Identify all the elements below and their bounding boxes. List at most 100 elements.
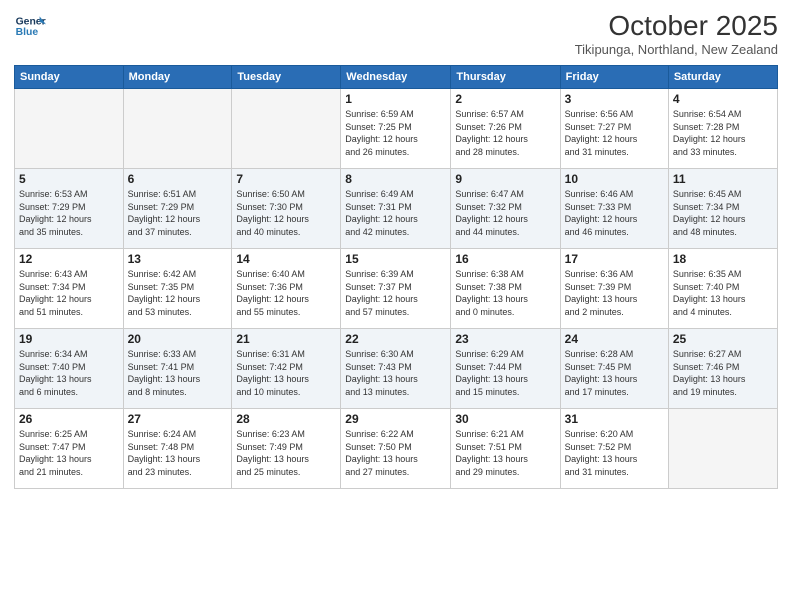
week-row-1: 1 Sunrise: 6:59 AMSunset: 7:25 PMDaylight… <box>15 89 778 169</box>
week-row-4: 19 Sunrise: 6:34 AMSunset: 7:40 PMDayligh… <box>15 329 778 409</box>
day-number: 27 <box>128 412 228 426</box>
calendar-header-row: Sunday Monday Tuesday Wednesday Thursday… <box>15 66 778 89</box>
calendar-cell-w1-d1 <box>15 89 124 169</box>
day-number: 16 <box>455 252 555 266</box>
day-info: Sunrise: 6:35 AMSunset: 7:40 PMDaylight:… <box>673 268 773 318</box>
day-number: 23 <box>455 332 555 346</box>
logo-icon: General Blue <box>14 10 46 42</box>
calendar-cell-w1-d2 <box>123 89 232 169</box>
calendar-cell-w5-d2: 27Sunrise: 6:24 AMSunset: 7:48 PMDayligh… <box>123 409 232 489</box>
calendar-cell-w4-d6: 24Sunrise: 6:28 AMSunset: 7:45 PMDayligh… <box>560 329 668 409</box>
calendar-cell-w5-d3: 28Sunrise: 6:23 AMSunset: 7:49 PMDayligh… <box>232 409 341 489</box>
day-number: 29 <box>345 412 446 426</box>
day-info: Sunrise: 6:57 AMSunset: 7:26 PMDaylight:… <box>455 108 555 158</box>
calendar-cell-w3-d7: 18 Sunrise: 6:35 AMSunset: 7:40 PMDayligh… <box>668 249 777 329</box>
day-number: 22 <box>345 332 446 346</box>
day-number: 15 <box>345 252 446 266</box>
title-area: October 2025 Tikipunga, Northland, New Z… <box>575 10 778 57</box>
calendar-cell-w5-d7 <box>668 409 777 489</box>
calendar-cell-w5-d6: 31 Sunrise: 6:20 AMSunset: 7:52 PMDayligh… <box>560 409 668 489</box>
page: General Blue October 2025 Tikipunga, Nor… <box>0 0 792 612</box>
day-number: 17 <box>565 252 664 266</box>
calendar-cell-w4-d7: 25 Sunrise: 6:27 AMSunset: 7:46 PMDayligh… <box>668 329 777 409</box>
day-number: 31 <box>565 412 664 426</box>
calendar-cell-w2-d5: 9Sunrise: 6:47 AMSunset: 7:32 PMDaylight… <box>451 169 560 249</box>
day-number: 12 <box>19 252 119 266</box>
day-info: Sunrise: 6:22 AMSunset: 7:50 PMDaylight:… <box>345 428 446 478</box>
month-title: October 2025 <box>575 10 778 42</box>
calendar-cell-w3-d2: 13 Sunrise: 6:42 AMSunset: 7:35 PMDayligh… <box>123 249 232 329</box>
day-number: 30 <box>455 412 555 426</box>
day-number: 7 <box>236 172 336 186</box>
day-info: Sunrise: 6:43 AMSunset: 7:34 PMDaylight:… <box>19 268 119 318</box>
day-number: 26 <box>19 412 119 426</box>
day-info: Sunrise: 6:21 AMSunset: 7:51 PMDaylight:… <box>455 428 555 478</box>
col-monday: Monday <box>123 66 232 89</box>
day-number: 6 <box>128 172 228 186</box>
calendar-cell-w3-d6: 17Sunrise: 6:36 AMSunset: 7:39 PMDayligh… <box>560 249 668 329</box>
day-number: 28 <box>236 412 336 426</box>
day-info: Sunrise: 6:53 AMSunset: 7:29 PMDaylight:… <box>19 188 119 238</box>
day-number: 24 <box>565 332 664 346</box>
calendar-cell-w2-d1: 5 Sunrise: 6:53 AMSunset: 7:29 PMDaylight… <box>15 169 124 249</box>
calendar-cell-w1-d4: 1 Sunrise: 6:59 AMSunset: 7:25 PMDaylight… <box>341 89 451 169</box>
svg-text:Blue: Blue <box>16 27 39 38</box>
day-info: Sunrise: 6:25 AMSunset: 7:47 PMDaylight:… <box>19 428 119 478</box>
day-number: 13 <box>128 252 228 266</box>
day-info: Sunrise: 6:46 AMSunset: 7:33 PMDaylight:… <box>565 188 664 238</box>
calendar-cell-w2-d2: 6Sunrise: 6:51 AMSunset: 7:29 PMDaylight… <box>123 169 232 249</box>
header: General Blue October 2025 Tikipunga, Nor… <box>14 10 778 57</box>
calendar-cell-w1-d6: 3 Sunrise: 6:56 AMSunset: 7:27 PMDaylight… <box>560 89 668 169</box>
col-wednesday: Wednesday <box>341 66 451 89</box>
calendar-cell-w4-d3: 21 Sunrise: 6:31 AMSunset: 7:42 PMDayligh… <box>232 329 341 409</box>
calendar-cell-w5-d5: 30 Sunrise: 6:21 AMSunset: 7:51 PMDayligh… <box>451 409 560 489</box>
calendar-cell-w5-d4: 29 Sunrise: 6:22 AMSunset: 7:50 PMDayligh… <box>341 409 451 489</box>
day-info: Sunrise: 6:39 AMSunset: 7:37 PMDaylight:… <box>345 268 446 318</box>
calendar-cell-w4-d4: 22 Sunrise: 6:30 AMSunset: 7:43 PMDayligh… <box>341 329 451 409</box>
day-info: Sunrise: 6:33 AMSunset: 7:41 PMDaylight:… <box>128 348 228 398</box>
day-info: Sunrise: 6:59 AMSunset: 7:25 PMDaylight:… <box>345 108 446 158</box>
col-sunday: Sunday <box>15 66 124 89</box>
day-number: 19 <box>19 332 119 346</box>
day-number: 14 <box>236 252 336 266</box>
calendar-cell-w2-d7: 11 Sunrise: 6:45 AMSunset: 7:34 PMDayligh… <box>668 169 777 249</box>
calendar-cell-w2-d3: 7Sunrise: 6:50 AMSunset: 7:30 PMDaylight… <box>232 169 341 249</box>
day-number: 21 <box>236 332 336 346</box>
week-row-3: 12 Sunrise: 6:43 AMSunset: 7:34 PMDayligh… <box>15 249 778 329</box>
day-info: Sunrise: 6:54 AMSunset: 7:28 PMDaylight:… <box>673 108 773 158</box>
day-info: Sunrise: 6:42 AMSunset: 7:35 PMDaylight:… <box>128 268 228 318</box>
day-number: 1 <box>345 92 446 106</box>
day-info: Sunrise: 6:27 AMSunset: 7:46 PMDaylight:… <box>673 348 773 398</box>
day-info: Sunrise: 6:30 AMSunset: 7:43 PMDaylight:… <box>345 348 446 398</box>
calendar-cell-w3-d3: 14Sunrise: 6:40 AMSunset: 7:36 PMDayligh… <box>232 249 341 329</box>
day-number: 4 <box>673 92 773 106</box>
calendar-cell-w3-d1: 12 Sunrise: 6:43 AMSunset: 7:34 PMDayligh… <box>15 249 124 329</box>
week-row-2: 5 Sunrise: 6:53 AMSunset: 7:29 PMDaylight… <box>15 169 778 249</box>
day-number: 10 <box>565 172 664 186</box>
calendar-cell-w5-d1: 26 Sunrise: 6:25 AMSunset: 7:47 PMDayligh… <box>15 409 124 489</box>
calendar: Sunday Monday Tuesday Wednesday Thursday… <box>14 65 778 489</box>
calendar-cell-w4-d5: 23 Sunrise: 6:29 AMSunset: 7:44 PMDayligh… <box>451 329 560 409</box>
calendar-cell-w4-d2: 20Sunrise: 6:33 AMSunset: 7:41 PMDayligh… <box>123 329 232 409</box>
day-info: Sunrise: 6:45 AMSunset: 7:34 PMDaylight:… <box>673 188 773 238</box>
day-info: Sunrise: 6:56 AMSunset: 7:27 PMDaylight:… <box>565 108 664 158</box>
day-info: Sunrise: 6:20 AMSunset: 7:52 PMDaylight:… <box>565 428 664 478</box>
week-row-5: 26 Sunrise: 6:25 AMSunset: 7:47 PMDayligh… <box>15 409 778 489</box>
day-info: Sunrise: 6:31 AMSunset: 7:42 PMDaylight:… <box>236 348 336 398</box>
day-number: 11 <box>673 172 773 186</box>
col-saturday: Saturday <box>668 66 777 89</box>
day-number: 18 <box>673 252 773 266</box>
col-thursday: Thursday <box>451 66 560 89</box>
day-number: 3 <box>565 92 664 106</box>
calendar-cell-w3-d4: 15 Sunrise: 6:39 AMSunset: 7:37 PMDayligh… <box>341 249 451 329</box>
day-number: 25 <box>673 332 773 346</box>
day-info: Sunrise: 6:47 AMSunset: 7:32 PMDaylight:… <box>455 188 555 238</box>
day-info: Sunrise: 6:49 AMSunset: 7:31 PMDaylight:… <box>345 188 446 238</box>
calendar-cell-w1-d3 <box>232 89 341 169</box>
location: Tikipunga, Northland, New Zealand <box>575 42 778 57</box>
col-friday: Friday <box>560 66 668 89</box>
day-info: Sunrise: 6:29 AMSunset: 7:44 PMDaylight:… <box>455 348 555 398</box>
calendar-cell-w2-d4: 8Sunrise: 6:49 AMSunset: 7:31 PMDaylight… <box>341 169 451 249</box>
day-info: Sunrise: 6:34 AMSunset: 7:40 PMDaylight:… <box>19 348 119 398</box>
day-number: 5 <box>19 172 119 186</box>
